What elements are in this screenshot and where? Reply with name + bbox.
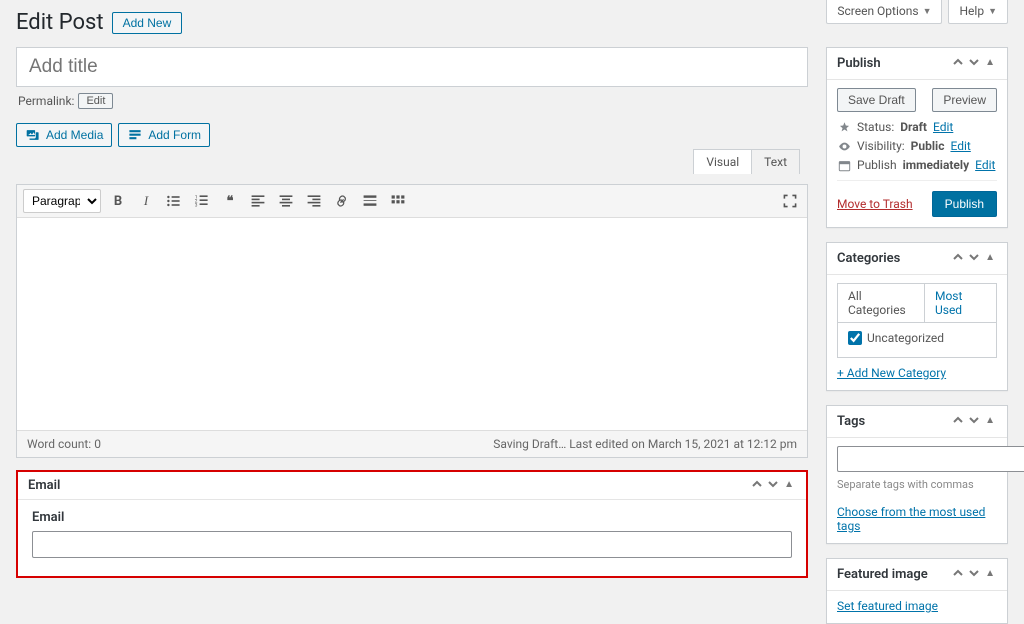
help-tab[interactable]: Help ▼ [948,0,1008,24]
move-to-trash-link[interactable]: Move to Trash [837,197,913,211]
edit-permalink-button[interactable]: Edit [78,93,113,109]
calendar-icon [837,159,851,172]
panel-up-button[interactable] [951,568,965,581]
panel-down-button[interactable] [967,252,981,265]
add-new-button[interactable]: Add New [112,12,183,34]
screen-options-tab[interactable]: Screen Options ▼ [826,0,942,24]
email-input[interactable] [32,531,792,558]
add-form-label: Add Form [148,128,201,142]
category-item-uncategorized[interactable]: Uncategorized [848,331,986,345]
sidebar: Publish ▲ Save Draft Preview Status: [826,47,1008,624]
panel-up-button[interactable] [951,415,965,428]
panel-down-button[interactable] [967,57,981,70]
metabox-down-button[interactable] [766,479,780,492]
add-media-button[interactable]: Add Media [16,123,112,147]
metabox-toggle-button[interactable]: ▲ [782,479,796,492]
tags-hint: Separate tags with commas [837,478,997,491]
edit-status-link[interactable]: Edit [933,120,953,134]
metabox-up-button[interactable] [750,479,764,492]
panel-down-button[interactable] [967,568,981,581]
help-label: Help [959,4,984,18]
pin-icon [837,121,851,134]
email-field-label: Email [32,510,792,525]
read-more-button[interactable] [359,190,381,212]
featured-image-panel: Featured image ▲ Set featured image [826,558,1008,624]
add-form-button[interactable]: Add Form [118,123,210,147]
quote-button[interactable]: ❝ [219,190,241,212]
media-icon [25,128,41,142]
featured-panel-title: Featured image [837,567,928,582]
align-right-button[interactable] [303,190,325,212]
align-center-button[interactable] [275,190,297,212]
format-select[interactable]: Paragraph [23,189,101,213]
fullscreen-button[interactable] [779,190,801,212]
saving-status: Saving Draft… Last edited on March 15, 2… [493,437,797,451]
tags-panel: Tags ▲ Add Separate tags with commas Cho… [826,405,1008,544]
tag-input[interactable] [837,446,1024,472]
align-left-button[interactable] [247,190,269,212]
categories-panel-title: Categories [837,251,900,266]
categories-panel: Categories ▲ All Categories Most Used [826,242,1008,391]
main-column: Permalink: Edit Add Media Add Form Visua… [16,47,808,578]
toolbar-toggle-button[interactable] [387,190,409,212]
page-title: Edit Post [16,10,104,35]
tags-panel-title: Tags [837,414,865,429]
publish-panel-title: Publish [837,56,881,71]
panel-up-button[interactable] [951,57,965,70]
panel-down-button[interactable] [967,415,981,428]
publish-panel: Publish ▲ Save Draft Preview Status: [826,47,1008,228]
preview-button[interactable]: Preview [932,88,997,112]
screen-options-label: Screen Options [837,4,918,18]
link-button[interactable] [331,190,353,212]
panel-toggle-button[interactable]: ▲ [983,568,997,581]
svg-text:3: 3 [195,203,198,209]
visibility-icon [837,140,851,153]
permalink-label: Permalink: [18,94,74,108]
editor-container: Paragraph B I 123 ❝ [16,184,808,458]
tab-visual[interactable]: Visual [693,149,752,174]
caret-down-icon: ▼ [923,6,932,17]
category-tab-all[interactable]: All Categories [838,284,925,322]
set-featured-image-link[interactable]: Set featured image [837,599,938,613]
category-tab-popular[interactable]: Most Used [925,284,996,322]
form-icon [127,128,143,142]
post-title-input[interactable] [16,47,808,87]
add-media-label: Add Media [46,128,103,142]
save-draft-button[interactable]: Save Draft [837,88,916,112]
panel-toggle-button[interactable]: ▲ [983,57,997,70]
caret-down-icon: ▼ [988,6,997,17]
panel-toggle-button[interactable]: ▲ [983,252,997,265]
bold-button[interactable]: B [107,190,129,212]
edit-visibility-link[interactable]: Edit [950,139,970,153]
category-checkbox[interactable] [848,331,862,345]
popular-tags-link[interactable]: Choose from the most used tags [837,505,997,533]
numbered-list-button[interactable]: 123 [191,190,213,212]
email-metabox: Email ▲ Email [16,470,808,578]
editor-toolbar: Paragraph B I 123 ❝ [17,185,807,218]
publish-button[interactable]: Publish [932,191,997,217]
metabox-title: Email [28,478,60,493]
add-new-category-link[interactable]: + Add New Category [837,366,946,380]
editor-textarea[interactable] [17,218,807,430]
italic-button[interactable]: I [135,190,157,212]
panel-up-button[interactable] [951,252,965,265]
tab-text[interactable]: Text [752,149,800,174]
edit-publish-date-link[interactable]: Edit [975,158,995,172]
bullet-list-button[interactable] [163,190,185,212]
panel-toggle-button[interactable]: ▲ [983,415,997,428]
word-count: Word count: 0 [27,437,101,451]
